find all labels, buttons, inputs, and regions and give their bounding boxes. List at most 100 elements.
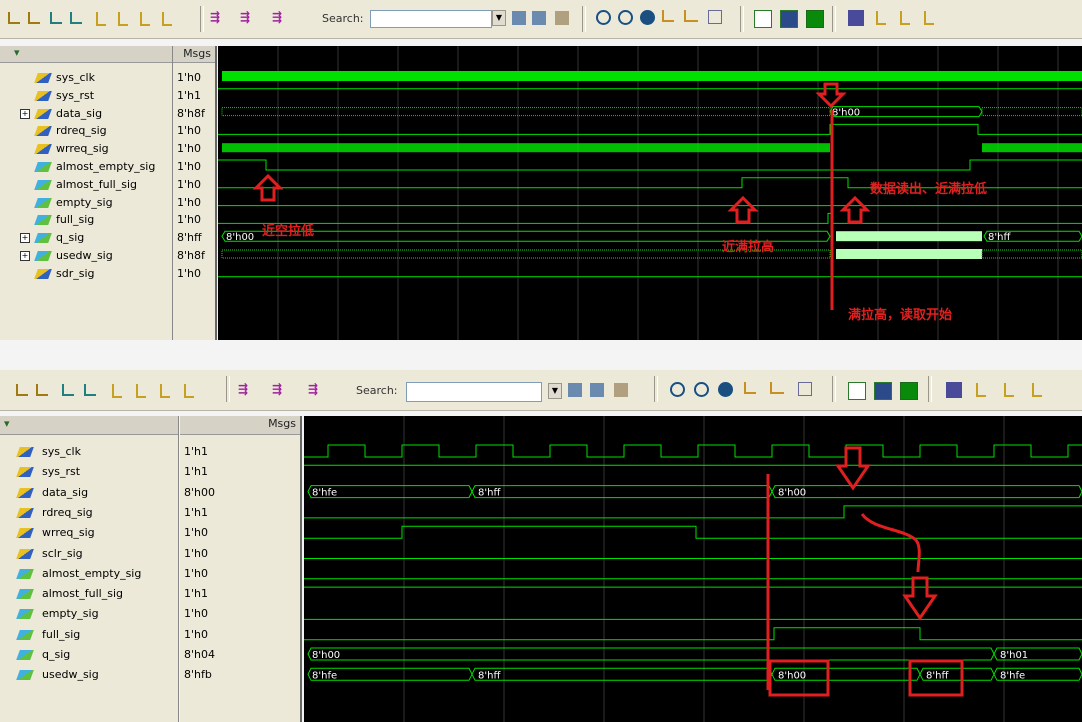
search-clear-icon[interactable] xyxy=(555,11,569,25)
usedw-bus-label: 8'hff xyxy=(478,670,501,681)
signal-name-usedw_sig[interactable]: usedw_sig xyxy=(56,249,113,262)
zoom-area-icon[interactable] xyxy=(798,382,812,396)
wave-format-1-icon[interactable] xyxy=(848,382,866,400)
zoom-full-icon[interactable] xyxy=(640,10,655,25)
signal-name-empty_sig[interactable]: empty_sig xyxy=(56,196,113,209)
signal-name-full_sig[interactable]: full_sig xyxy=(56,213,94,226)
zoom-out-icon[interactable] xyxy=(694,382,709,397)
step-out-icon[interactable]: ⇶ xyxy=(308,382,322,396)
step-into-icon[interactable]: ⇶ xyxy=(210,10,224,24)
signal-name-usedw_sig[interactable]: usedw_sig xyxy=(42,668,99,681)
signal-name-wrreq_sig[interactable]: wrreq_sig xyxy=(56,142,109,155)
signal-name-data_sig[interactable]: data_sig xyxy=(42,486,88,499)
find-prev-icon[interactable] xyxy=(96,12,106,26)
sys-clk-wave xyxy=(304,444,1082,458)
zoom-range-icon[interactable] xyxy=(770,382,784,394)
wave-format-3-icon[interactable] xyxy=(806,10,824,28)
signal-name-empty_sig[interactable]: empty_sig xyxy=(42,607,99,620)
signal-name-data_sig[interactable]: data_sig xyxy=(56,107,102,120)
input-port-icon xyxy=(16,548,34,559)
signal-name-q_sig[interactable]: q_sig xyxy=(42,648,70,661)
signal-name-sys_rst[interactable]: sys_rst xyxy=(42,465,80,478)
zoom-full-icon[interactable] xyxy=(718,382,733,397)
wave-format-4-icon[interactable] xyxy=(848,10,864,26)
expand-toggle-icon[interactable]: + xyxy=(20,233,30,244)
next-edge-icon[interactable] xyxy=(84,384,96,396)
find-fall-icon[interactable] xyxy=(162,12,172,26)
signal-name-almost_full_sig[interactable]: almost_full_sig xyxy=(42,587,123,600)
data-bus-label: 8'hff xyxy=(478,488,501,499)
edge-format-3-icon[interactable] xyxy=(1032,383,1042,397)
zoom-in-icon[interactable] xyxy=(596,10,611,25)
rdreq-wave xyxy=(304,505,1082,519)
wave-format-1-icon[interactable] xyxy=(754,10,772,28)
waveform-pane-bottom[interactable]: 8'hfe 8'hff 8'h00 8'h00 8'h01 8'hfe 8'hff 8'h00… xyxy=(304,416,1082,722)
signal-value-full_sig: 1'h0 xyxy=(184,627,208,641)
signal-name-sys_rst[interactable]: sys_rst xyxy=(56,89,94,102)
msgs-header: Msgs xyxy=(183,47,211,60)
step-into-icon[interactable]: ⇶ xyxy=(238,382,252,396)
next-edge-icon[interactable] xyxy=(70,12,82,24)
find-rise-icon[interactable] xyxy=(160,384,170,398)
menu-icon[interactable]: ▾ xyxy=(14,46,20,59)
search-find-icon[interactable] xyxy=(568,383,582,397)
edge-format-1-icon[interactable] xyxy=(876,11,886,25)
find-prev-icon[interactable] xyxy=(112,384,122,398)
signal-name-almost_full_sig[interactable]: almost_full_sig xyxy=(56,178,137,191)
prev-edge-icon[interactable] xyxy=(50,12,62,24)
search-dropdown-icon[interactable]: ▼ xyxy=(492,10,506,26)
edge-format-2-icon[interactable] xyxy=(1004,383,1014,397)
wave-format-2-icon[interactable] xyxy=(874,382,892,400)
menu-icon[interactable]: ▾ xyxy=(4,417,10,430)
expand-toggle-icon[interactable]: + xyxy=(20,251,30,261)
expand-toggle-icon[interactable]: + xyxy=(20,108,30,119)
edge-format-1-icon[interactable] xyxy=(976,383,986,397)
signal-name-sys_clk[interactable]: sys_clk xyxy=(56,71,95,84)
signal-name-rdreq_sig[interactable]: rdreq_sig xyxy=(42,506,93,519)
signal-name-almost_empty_sig[interactable]: almost_empty_sig xyxy=(42,567,141,580)
find-fall-icon[interactable] xyxy=(184,384,194,398)
find-next-icon[interactable] xyxy=(136,384,146,398)
prev-edge-icon[interactable] xyxy=(62,384,74,396)
search-input[interactable] xyxy=(406,382,542,402)
name-pane-header: ▾ xyxy=(0,416,178,435)
zoom-in-icon[interactable] xyxy=(670,382,685,397)
signal-name-sclr_sig[interactable]: sclr_sig xyxy=(42,547,83,560)
signal-name-q_sig[interactable]: q_sig xyxy=(56,231,84,244)
usedw-bus-segment xyxy=(471,667,773,681)
step-over-icon[interactable]: ⇶ xyxy=(240,10,254,24)
insert-cursor-icon[interactable] xyxy=(16,384,28,396)
signal-name-sys_clk[interactable]: sys_clk xyxy=(42,445,81,458)
signal-name-full_sig[interactable]: full_sig xyxy=(42,628,80,641)
search-input[interactable] xyxy=(370,10,492,28)
search-find-icon[interactable] xyxy=(512,11,526,25)
signal-name-almost_empty_sig[interactable]: almost_empty_sig xyxy=(56,160,155,173)
delete-cursor-icon[interactable] xyxy=(36,384,48,396)
search-dropdown-icon[interactable]: ▼ xyxy=(548,383,562,399)
search-options-icon[interactable] xyxy=(532,11,546,25)
wave-format-2-icon[interactable] xyxy=(780,10,798,28)
zoom-cursor-icon[interactable] xyxy=(744,382,756,394)
signal-name-wrreq_sig[interactable]: wrreq_sig xyxy=(42,526,95,539)
zoom-area-icon[interactable] xyxy=(708,10,722,24)
zoom-range-icon[interactable] xyxy=(684,10,698,22)
zoom-cursor-icon[interactable] xyxy=(662,10,674,22)
signal-name-sdr_sig[interactable]: sdr_sig xyxy=(56,267,95,280)
step-out-icon[interactable]: ⇶ xyxy=(272,10,286,24)
delete-cursor-icon[interactable] xyxy=(28,12,40,24)
data-bus-label: 8'h00 xyxy=(778,488,806,499)
search-options-icon[interactable] xyxy=(590,383,604,397)
edge-format-3-icon[interactable] xyxy=(924,11,934,25)
search-clear-icon[interactable] xyxy=(614,383,628,397)
find-rise-icon[interactable] xyxy=(140,12,150,26)
wave-format-3-icon[interactable] xyxy=(900,382,918,400)
step-over-icon[interactable]: ⇶ xyxy=(272,382,286,396)
wave-format-4-icon[interactable] xyxy=(946,382,962,398)
edge-format-2-icon[interactable] xyxy=(900,11,910,25)
zoom-out-icon[interactable] xyxy=(618,10,633,25)
annotation-read-out-low: 数据读出、近满拉低 xyxy=(870,182,988,197)
output-port-icon xyxy=(34,179,52,190)
find-next-icon[interactable] xyxy=(118,12,128,26)
insert-cursor-icon[interactable] xyxy=(8,12,20,24)
signal-name-rdreq_sig[interactable]: rdreq_sig xyxy=(56,124,107,137)
